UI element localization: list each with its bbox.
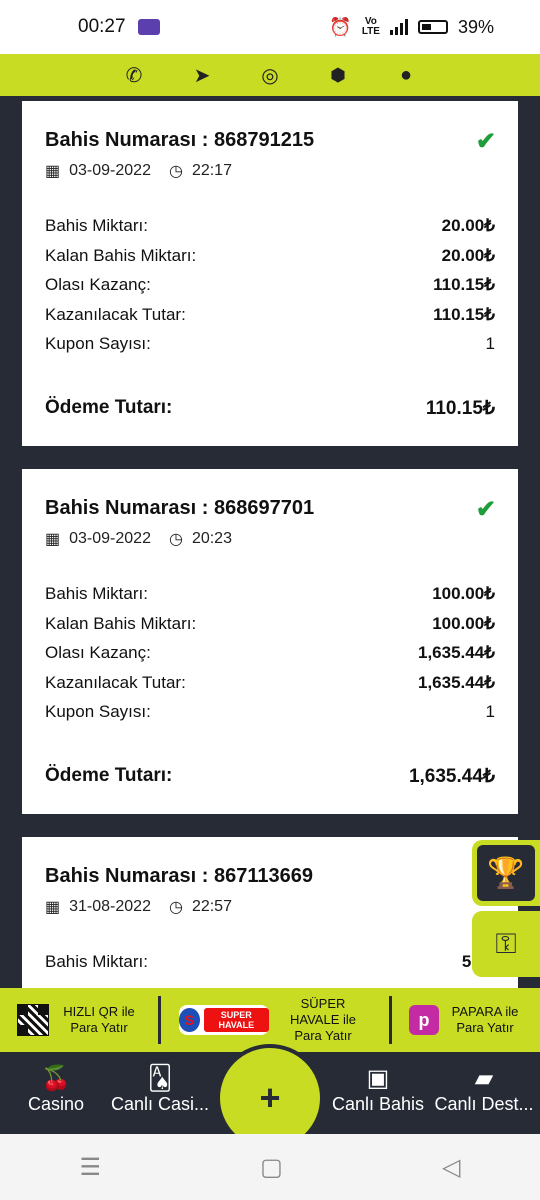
stake-row: Bahis Miktarı: 100.00₺ <box>45 584 495 603</box>
coupon-count-row: Kupon Sayısı: 1 <box>45 702 495 721</box>
super-havale-logo: S SUPER HAVALE <box>179 1005 269 1035</box>
apple-icon[interactable]: ● <box>393 64 419 87</box>
bet-date: 03-09-2022 <box>69 530 151 547</box>
remaining-stake-row: Kalan Bahis Miktarı: 100.00₺ <box>45 613 495 633</box>
to-win-row: Kazanılacak Tutar: 110.15₺ <box>45 304 495 324</box>
bet-card[interactable]: Bahis Numarası : 868791215 ✔ ▦ 03-09-202… <box>22 101 518 446</box>
bet-time: 22:17 <box>191 162 232 179</box>
nav-live-casino[interactable]: 🂡 Canlı Casi... <box>106 1064 214 1115</box>
telegram-icon[interactable]: ➤ <box>189 63 215 88</box>
alarm-icon: ⏰ <box>329 16 352 37</box>
cards-icon: 🂡 <box>147 1065 173 1092</box>
cherries-icon: 🍒 <box>41 1065 71 1092</box>
bet-title: Bahis Numarası : 867113669 <box>45 865 313 887</box>
nav-live-support[interactable]: ▰ Canlı Dest... <box>430 1064 538 1115</box>
qr-deposit-button[interactable]: HIZLI QR ile Para Yatır <box>0 1004 158 1036</box>
status-bar: 00:27 ⏰ Vo LTE 39% <box>0 0 540 54</box>
nav-live-bet[interactable]: ▣ Canlı Bahis <box>324 1064 432 1115</box>
super-havale-deposit-button[interactable]: S SUPER HAVALE SÜPER HAVALE ile Para Yatı… <box>161 996 389 1044</box>
bet-date: 03-09-2022 <box>69 162 151 179</box>
trophy-button[interactable]: 🏆 <box>472 840 540 906</box>
battery-icon <box>417 20 448 34</box>
remaining-stake-row: Kalan Bahis Miktarı: 20.00₺ <box>45 245 495 265</box>
instagram-icon[interactable]: ◎ <box>257 63 283 88</box>
key-icon: ⚿ <box>477 916 535 972</box>
payment-row: Ödeme Tutarı: 1,635.44₺ <box>45 765 495 787</box>
menu-icon[interactable]: ☰ <box>80 1153 102 1182</box>
system-navigation: ☰ ▢ ◁ <box>0 1134 540 1200</box>
home-icon[interactable]: ▢ <box>260 1153 283 1182</box>
key-button[interactable]: ⚿ <box>472 911 540 977</box>
bet-time: 22:57 <box>191 898 232 915</box>
network-indicator: Vo LTE <box>361 16 380 37</box>
qr-icon <box>17 1004 49 1036</box>
bet-list[interactable]: Bahis Numarası : 868791215 ✔ ▦ 03-09-202… <box>0 96 540 988</box>
bet-time: 20:23 <box>191 530 232 547</box>
coupon-count-row: Kupon Sayısı: 1 <box>45 334 495 353</box>
calendar-icon: ▦ <box>45 899 61 916</box>
phone-icon[interactable]: ✆ <box>121 63 147 88</box>
bet-datetime: ▦ 03-09-2022 ◷ 22:17 <box>45 161 232 181</box>
calendar-icon: ▦ <box>45 531 61 548</box>
bet-number: 868791215 <box>213 129 315 151</box>
clock-icon: ◷ <box>168 899 183 916</box>
possible-win-row: Olası Kazanç: 110.15₺ <box>45 275 495 294</box>
nav-casino[interactable]: 🍒 Casino <box>2 1064 110 1115</box>
social-links-bar: ✆ ➤ ◎ ⬢ ● <box>0 54 540 96</box>
payment-row: Ödeme Tutarı: 110.15₺ <box>45 397 495 419</box>
battery-percent: 39% <box>457 16 494 37</box>
bet-title: Bahis Numarası : 868697701 <box>45 497 315 519</box>
notification-app-icon <box>137 19 160 35</box>
payment-methods-bar: HIZLI QR ile Para Yatır S SUPER HAVALE SÜ… <box>0 988 540 1052</box>
check-icon: ✔ <box>475 496 496 523</box>
stake-row: Bahis Miktarı:50.0 <box>45 952 495 971</box>
bet-card[interactable]: Bahis Numarası : 868697701 ✔ ▦ 03-09-202… <box>22 469 518 814</box>
signal-icon <box>389 19 408 35</box>
android-icon[interactable]: ⬢ <box>325 65 351 86</box>
bottom-navigation: 🍒 Casino 🂡 Canlı Casi... + ▣ Canlı Bahis… <box>0 1044 540 1152</box>
clock-icon: ◷ <box>168 163 183 180</box>
check-icon: ✔ <box>475 128 496 155</box>
tv-icon: ▣ <box>366 1065 390 1092</box>
back-icon[interactable]: ◁ <box>442 1153 460 1182</box>
calendar-icon: ▦ <box>45 163 61 180</box>
bet-title: Bahis Numarası : 868791215 <box>45 129 315 151</box>
status-time: 00:27 <box>78 16 126 37</box>
bet-number: 867113669 <box>213 865 313 887</box>
bet-number: 868697701 <box>213 497 315 519</box>
bet-card[interactable]: Bahis Numarası : 867113669 ▦ 31-08-2022 … <box>22 837 518 988</box>
chat-icon: ▰ <box>474 1065 494 1092</box>
bet-date: 31-08-2022 <box>69 898 151 915</box>
to-win-row: Kazanılacak Tutar: 1,635.44₺ <box>45 672 495 692</box>
possible-win-row: Olası Kazanç: 1,635.44₺ <box>45 643 495 662</box>
trophy-icon: 🏆 <box>477 845 535 901</box>
stake-row: Bahis Miktarı: 20.00₺ <box>45 216 495 235</box>
papara-logo: p <box>409 1005 439 1035</box>
clock-icon: ◷ <box>168 531 183 548</box>
papara-deposit-button[interactable]: p PAPARA ile Para Yatır <box>392 1004 540 1036</box>
bet-datetime: ▦ 03-09-2022 ◷ 20:23 <box>45 529 232 549</box>
bet-datetime: ▦ 31-08-2022 ◷ 22:57 <box>45 897 232 917</box>
